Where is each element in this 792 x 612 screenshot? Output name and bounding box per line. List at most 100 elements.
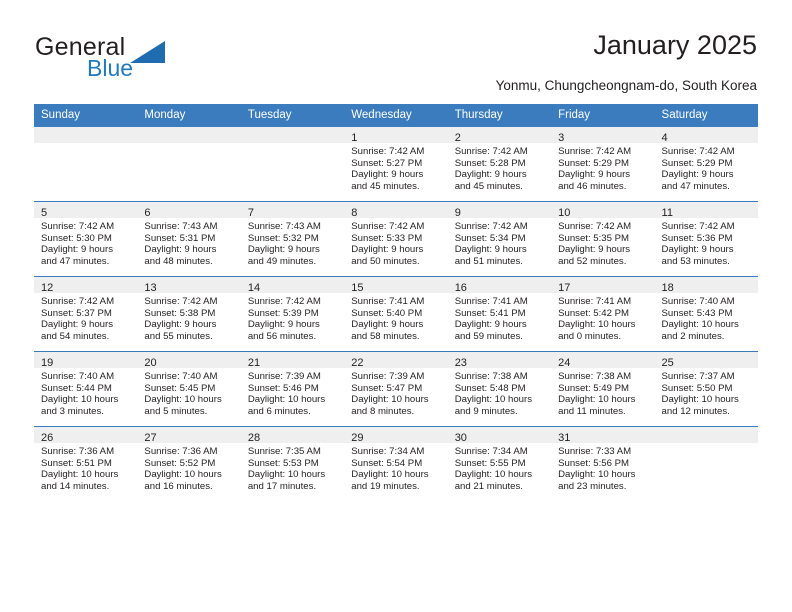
day-number-band: 27	[137, 427, 241, 444]
day-info-sunrise: Sunrise: 7:34 AM	[351, 446, 425, 457]
day-info-sunset: Sunset: 5:42 PM	[558, 307, 630, 319]
day-info-daylight-line1: Daylight: 9 hours	[454, 319, 527, 331]
calendar-day-cell[interactable]: 27 Sunrise: 7:36 AM Sunset: 5:52 PM Dayligh…	[137, 426, 241, 501]
page-header: General Blue January 2025 Yonmu, Chungch…	[0, 0, 792, 96]
calendar-day-cell[interactable]: 3 Sunrise: 7:42 AM Sunset: 5:29 PM Daylight…	[551, 126, 655, 202]
day-number-band: 6	[137, 202, 241, 219]
day-sun-info: Sunrise: 7:42 AM Sunset: 5:35 PM Daylight:…	[551, 218, 654, 267]
day-info-daylight-line2: and 51 minutes.	[454, 255, 523, 267]
calendar-day-cell[interactable]: 29 Sunrise: 7:34 AM Sunset: 5:54 PM Dayligh…	[344, 426, 448, 501]
calendar-day-cell[interactable]: 8 Sunrise: 7:42 AM Sunset: 5:33 PM Daylight…	[344, 201, 448, 277]
calendar-day-cell[interactable]: 18 Sunrise: 7:40 AM Sunset: 5:43 PM Dayligh…	[654, 276, 758, 352]
day-number-band	[137, 127, 241, 143]
day-number: 30	[454, 432, 467, 444]
day-number-band: 18	[654, 277, 758, 294]
day-sun-info	[34, 143, 137, 146]
calendar-day-cell[interactable]: 30 Sunrise: 7:34 AM Sunset: 5:55 PM Dayligh…	[447, 426, 552, 501]
day-info-sunset: Sunset: 5:54 PM	[351, 457, 423, 469]
calendar-day-cell[interactable]: 25 Sunrise: 7:37 AM Sunset: 5:50 PM Dayligh…	[654, 351, 758, 427]
weekday-header-friday: Friday	[551, 104, 655, 127]
day-number-band: 23	[447, 352, 552, 369]
day-number-band: 1	[344, 127, 448, 144]
day-sun-info: Sunrise: 7:36 AM Sunset: 5:51 PM Daylight:…	[34, 443, 137, 492]
day-info-sunset: Sunset: 5:56 PM	[558, 457, 630, 469]
day-sun-info: Sunrise: 7:42 AM Sunset: 5:29 PM Daylight:…	[551, 143, 654, 192]
calendar-day-cell[interactable]	[137, 126, 241, 202]
day-info-daylight-line1: Daylight: 10 hours	[247, 469, 326, 481]
calendar-day-cell[interactable]: 22 Sunrise: 7:39 AM Sunset: 5:47 PM Dayligh…	[344, 351, 448, 427]
day-info-sunrise: Sunrise: 7:35 AM	[247, 446, 321, 457]
calendar-day-cell[interactable]: 19 Sunrise: 7:40 AM Sunset: 5:44 PM Dayligh…	[34, 351, 138, 427]
calendar-day-cell[interactable]: 23 Sunrise: 7:38 AM Sunset: 5:48 PM Dayligh…	[447, 351, 552, 427]
day-info-sunrise: Sunrise: 7:39 AM	[247, 371, 321, 382]
calendar-day-cell[interactable]: 7 Sunrise: 7:43 AM Sunset: 5:32 PM Daylight…	[240, 201, 345, 277]
day-info-daylight-line1: Daylight: 10 hours	[351, 394, 429, 406]
day-cell-content: 31 Sunrise: 7:33 AM Sunset: 5:56 PM Dayligh…	[551, 427, 655, 501]
day-info-daylight-line1: Daylight: 9 hours	[351, 244, 424, 256]
day-number: 21	[247, 357, 261, 369]
calendar-day-cell[interactable]: 4 Sunrise: 7:42 AM Sunset: 5:29 PM Daylight…	[654, 126, 758, 202]
day-info-daylight-line2: and 16 minutes.	[144, 480, 213, 492]
day-number-band: 9	[447, 202, 552, 219]
day-info-sunset: Sunset: 5:46 PM	[247, 382, 319, 394]
calendar-day-cell[interactable]: 11 Sunrise: 7:42 AM Sunset: 5:36 PM Dayligh…	[654, 201, 758, 277]
calendar-day-cell[interactable]: 26 Sunrise: 7:36 AM Sunset: 5:51 PM Dayligh…	[34, 426, 138, 501]
day-info-sunrise: Sunrise: 7:43 AM	[247, 221, 321, 232]
calendar-day-cell[interactable]: 1 Sunrise: 7:42 AM Sunset: 5:27 PM Daylight…	[344, 126, 448, 202]
day-info-daylight-line1: Daylight: 10 hours	[558, 394, 636, 406]
day-cell-content: 4 Sunrise: 7:42 AM Sunset: 5:29 PM Daylight…	[654, 127, 758, 201]
day-cell-content: 25 Sunrise: 7:37 AM Sunset: 5:50 PM Dayligh…	[654, 352, 758, 426]
calendar-day-cell[interactable]	[34, 126, 138, 202]
calendar-day-cell[interactable]	[654, 426, 758, 501]
day-sun-info: Sunrise: 7:35 AM Sunset: 5:53 PM Daylight:…	[241, 443, 344, 492]
day-sun-info	[655, 443, 758, 446]
day-cell-content: 23 Sunrise: 7:38 AM Sunset: 5:48 PM Dayligh…	[447, 352, 552, 426]
day-info-sunset: Sunset: 5:40 PM	[351, 307, 423, 319]
day-number: 19	[41, 357, 54, 369]
calendar-day-cell[interactable]: 5 Sunrise: 7:42 AM Sunset: 5:30 PM Daylight…	[34, 201, 138, 277]
day-sun-info: Sunrise: 7:38 AM Sunset: 5:49 PM Daylight:…	[551, 368, 654, 417]
day-number-band: 3	[551, 127, 655, 144]
day-number: 24	[558, 357, 571, 369]
day-info-sunset: Sunset: 5:49 PM	[558, 382, 630, 394]
day-number-band: 30	[447, 427, 552, 444]
calendar-day-cell[interactable]: 12 Sunrise: 7:42 AM Sunset: 5:37 PM Dayligh…	[34, 276, 138, 352]
calendar-day-cell[interactable]: 6 Sunrise: 7:43 AM Sunset: 5:31 PM Daylight…	[137, 201, 241, 277]
day-sun-info: Sunrise: 7:42 AM Sunset: 5:34 PM Daylight:…	[448, 218, 551, 267]
calendar-day-cell[interactable]: 28 Sunrise: 7:35 AM Sunset: 5:53 PM Dayligh…	[240, 426, 345, 501]
calendar-day-cell[interactable]: 31 Sunrise: 7:33 AM Sunset: 5:56 PM Dayligh…	[551, 426, 655, 501]
day-info-daylight-line1: Daylight: 10 hours	[661, 319, 739, 331]
calendar-day-cell[interactable]: 2 Sunrise: 7:42 AM Sunset: 5:28 PM Daylight…	[447, 126, 552, 202]
day-cell-content	[34, 127, 138, 201]
calendar-week-row: 26 Sunrise: 7:36 AM Sunset: 5:51 PM Dayligh…	[34, 426, 758, 501]
calendar-day-cell[interactable]: 21 Sunrise: 7:39 AM Sunset: 5:46 PM Dayligh…	[240, 351, 345, 427]
day-sun-info	[241, 143, 344, 146]
calendar-day-cell[interactable]: 14 Sunrise: 7:42 AM Sunset: 5:39 PM Dayligh…	[240, 276, 345, 352]
day-info-daylight-line1: Daylight: 9 hours	[41, 244, 113, 256]
calendar-day-cell[interactable]: 17 Sunrise: 7:41 AM Sunset: 5:42 PM Dayligh…	[551, 276, 655, 352]
day-info-sunset: Sunset: 5:28 PM	[454, 157, 526, 169]
day-info-sunset: Sunset: 5:51 PM	[41, 457, 112, 469]
calendar-day-cell[interactable]: 16 Sunrise: 7:41 AM Sunset: 5:41 PM Dayligh…	[447, 276, 552, 352]
day-info-daylight-line2: and 12 minutes.	[661, 405, 730, 417]
day-info-daylight-line1: Daylight: 9 hours	[661, 244, 734, 256]
calendar-day-cell[interactable]: 13 Sunrise: 7:42 AM Sunset: 5:38 PM Dayligh…	[137, 276, 241, 352]
day-number-band: 15	[344, 277, 448, 294]
calendar-day-cell[interactable]: 24 Sunrise: 7:38 AM Sunset: 5:49 PM Dayligh…	[551, 351, 655, 427]
calendar-day-cell[interactable]: 20 Sunrise: 7:40 AM Sunset: 5:45 PM Dayligh…	[137, 351, 241, 427]
day-info-sunrise: Sunrise: 7:42 AM	[351, 221, 425, 232]
calendar-day-cell[interactable]	[240, 126, 345, 202]
day-info-sunrise: Sunrise: 7:39 AM	[351, 371, 425, 382]
day-number-band: 16	[447, 277, 552, 294]
day-info-daylight-line2: and 11 minutes.	[558, 405, 626, 417]
day-number: 31	[558, 432, 571, 444]
day-info-sunset: Sunset: 5:43 PM	[661, 307, 733, 319]
weekday-header-thursday: Thursday	[447, 104, 552, 127]
calendar-day-cell[interactable]: 9 Sunrise: 7:42 AM Sunset: 5:34 PM Daylight…	[447, 201, 552, 277]
calendar-day-cell[interactable]: 10 Sunrise: 7:42 AM Sunset: 5:35 PM Dayligh…	[551, 201, 655, 277]
day-info-sunrise: Sunrise: 7:42 AM	[351, 146, 425, 157]
day-cell-content	[654, 427, 758, 501]
day-number: 26	[41, 432, 54, 444]
calendar-day-cell[interactable]: 15 Sunrise: 7:41 AM Sunset: 5:40 PM Dayligh…	[344, 276, 448, 352]
day-sun-info: Sunrise: 7:41 AM Sunset: 5:40 PM Daylight:…	[344, 293, 447, 342]
